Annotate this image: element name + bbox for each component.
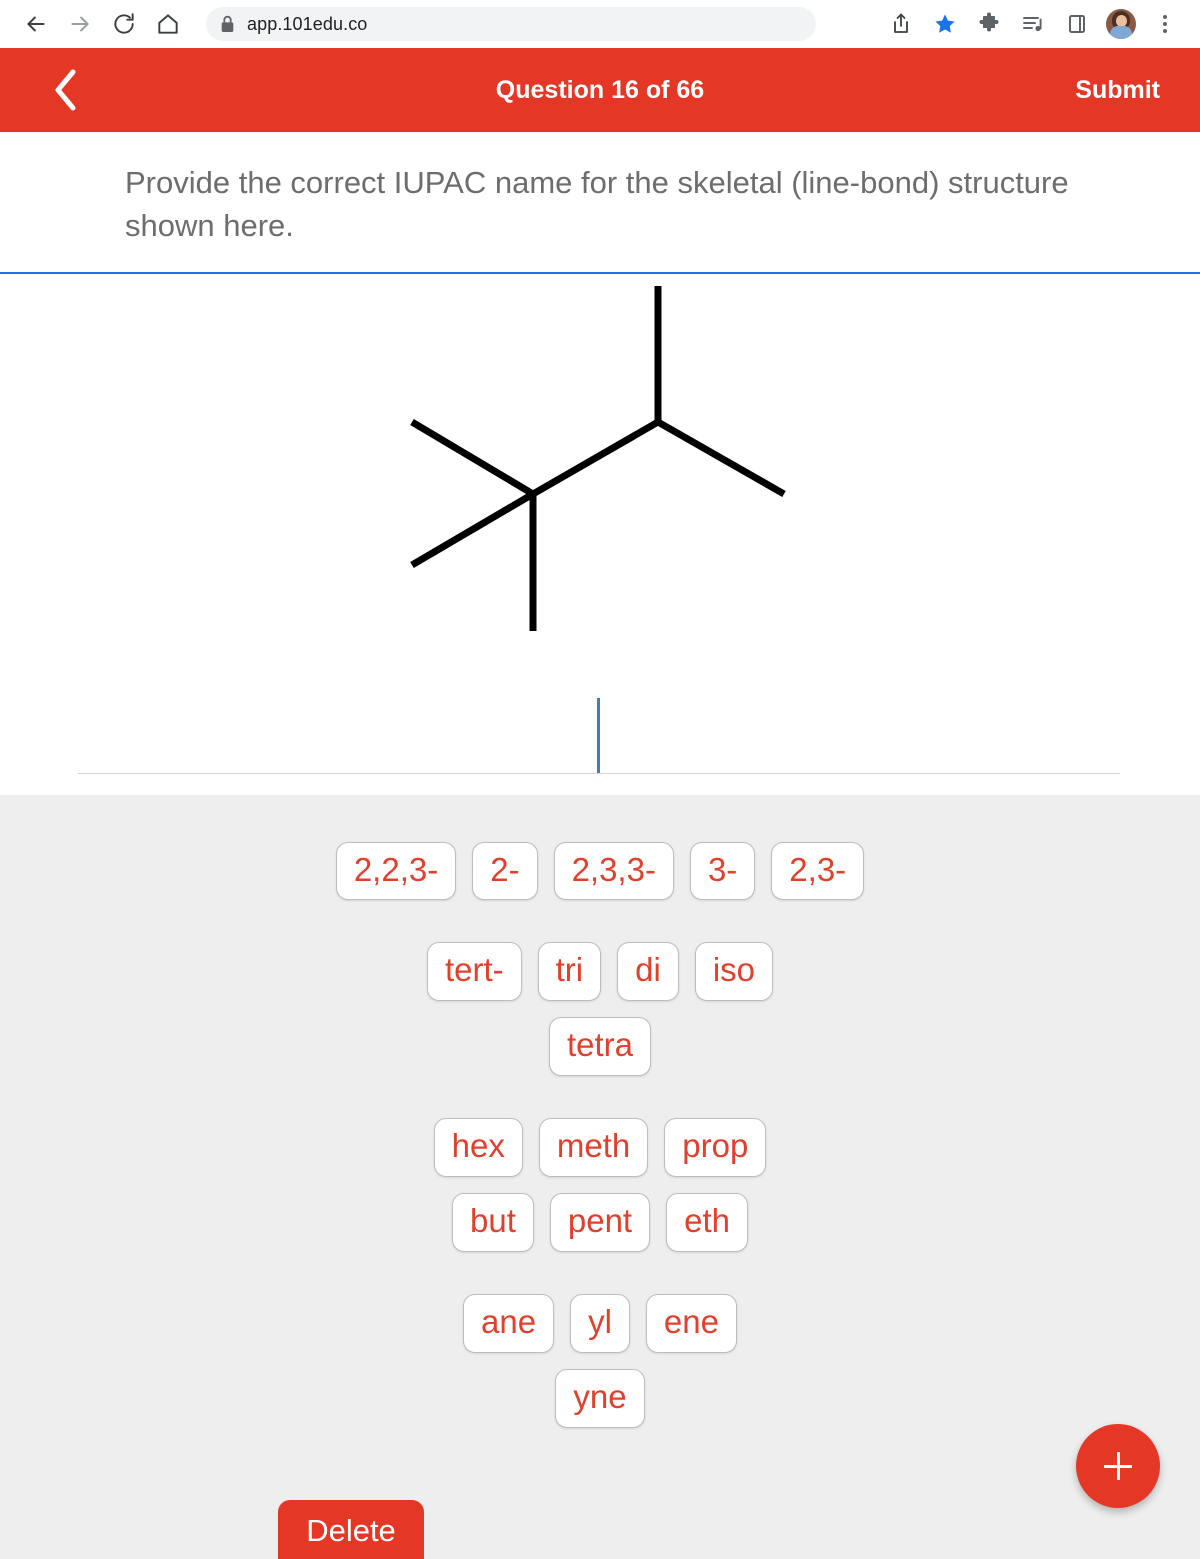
page-root: app.101edu.co Question 16 of 66 Submit P… — [0, 0, 1200, 1559]
profile-avatar[interactable] — [1100, 3, 1142, 45]
key-button[interactable]: yne — [555, 1369, 645, 1429]
chevron-left-icon — [55, 69, 76, 111]
key-button[interactable]: iso — [694, 942, 774, 1002]
answer-input-underline — [78, 772, 1120, 774]
key-button[interactable]: 2,2,3- — [335, 841, 457, 901]
lock-icon — [220, 15, 235, 33]
question-text: Provide the correct IUPAC name for the s… — [125, 165, 1069, 243]
arrow-left-icon[interactable] — [14, 2, 58, 46]
key-button[interactable]: hex — [433, 1118, 523, 1178]
keypad-row-stems-2: but pent eth — [0, 1193, 1200, 1253]
key-button[interactable]: tri — [537, 942, 602, 1002]
chrome-menu-icon[interactable] — [1144, 3, 1186, 45]
add-fab-button[interactable] — [1076, 1424, 1160, 1508]
extensions-puzzle-icon[interactable] — [968, 3, 1010, 45]
key-button[interactable]: prop — [664, 1118, 767, 1178]
text-caret — [597, 697, 600, 773]
key-button[interactable]: ane — [463, 1294, 555, 1354]
key-button[interactable]: but — [452, 1193, 534, 1253]
keypad-row-locants: 2,2,3- 2- 2,3,3- 3- 2,3- — [0, 841, 1200, 901]
key-button[interactable]: 2- — [472, 841, 538, 901]
media-playlist-icon[interactable] — [1012, 3, 1054, 45]
address-bar[interactable]: app.101edu.co — [206, 7, 816, 41]
arrow-right-icon[interactable] — [58, 2, 102, 46]
structure-canvas[interactable] — [0, 273, 1200, 795]
submit-button[interactable]: Submit — [1075, 76, 1170, 105]
key-button[interactable]: yl — [570, 1294, 630, 1354]
url-text: app.101edu.co — [247, 13, 368, 34]
browser-action-icons — [880, 3, 1186, 45]
key-button[interactable]: meth — [538, 1118, 649, 1178]
answer-keypad: 2,2,3- 2- 2,3,3- 3- 2,3- tert- tri di is… — [0, 794, 1200, 1559]
bond-right-methyl — [656, 418, 786, 497]
reload-icon[interactable] — [102, 2, 146, 46]
keypad-row-suffixes-2: yne — [0, 1369, 1200, 1429]
plus-icon-vertical — [1116, 1452, 1120, 1480]
key-button[interactable]: 2,3,3- — [553, 841, 674, 901]
bond-upper-left-methyl — [410, 418, 535, 497]
skeletal-structure-drawing — [410, 285, 786, 631]
bond-c2-c3 — [531, 418, 660, 497]
app-header: Question 16 of 66 Submit — [0, 48, 1200, 132]
keypad-row-prefixes: tert- tri di iso — [0, 942, 1200, 1002]
side-panel-icon[interactable] — [1056, 3, 1098, 45]
key-button[interactable]: eth — [666, 1193, 748, 1253]
keypad-group-spacer — [0, 1092, 1200, 1118]
keypad-group-spacer — [0, 1268, 1200, 1294]
bond-lower-left-methyl — [410, 490, 535, 568]
keypad-row-stems: hex meth prop — [0, 1118, 1200, 1178]
key-button[interactable]: pent — [549, 1193, 651, 1253]
key-button[interactable]: 2,3- — [771, 841, 865, 901]
page-title: Question 16 of 66 — [495, 75, 705, 104]
keypad-group-spacer — [0, 916, 1200, 942]
browser-toolbar: app.101edu.co — [0, 0, 1200, 48]
home-icon[interactable] — [146, 2, 190, 46]
question-area: Provide the correct IUPAC name for the s… — [0, 132, 1200, 272]
keypad-row-suffixes: ane yl ene — [0, 1294, 1200, 1354]
avatar — [1106, 9, 1136, 39]
delete-button[interactable]: Delete — [278, 1500, 424, 1559]
keypad-row-prefixes-2: tetra — [0, 1017, 1200, 1077]
key-button[interactable]: di — [617, 942, 679, 1002]
key-button[interactable]: tetra — [548, 1017, 652, 1077]
key-button[interactable]: 3- — [689, 841, 756, 901]
share-icon[interactable] — [880, 3, 922, 45]
key-button[interactable]: tert- — [426, 942, 522, 1002]
back-button[interactable] — [42, 66, 90, 114]
bond-lines — [410, 285, 786, 631]
key-button[interactable]: ene — [645, 1294, 737, 1354]
bookmark-star-icon[interactable] — [924, 3, 966, 45]
